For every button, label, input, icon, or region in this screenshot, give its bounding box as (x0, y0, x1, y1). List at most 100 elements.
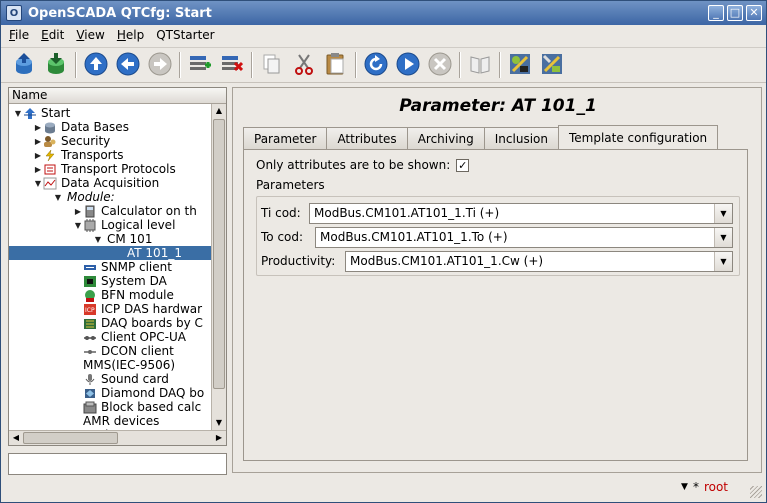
collapsed-arrow-icon[interactable]: ▶ (33, 151, 43, 160)
scroll-right-icon[interactable]: ▶ (212, 431, 226, 445)
start-button[interactable] (395, 52, 421, 78)
chevron-down-icon[interactable]: ▼ (714, 227, 732, 247)
tab-archiving[interactable]: Archiving (406, 127, 485, 149)
parameters-label: Parameters (256, 178, 325, 192)
collapsed-arrow-icon[interactable]: ▶ (33, 123, 43, 132)
manual-button[interactable] (467, 52, 493, 78)
tree-item[interactable]: DAQ boards by C (9, 316, 211, 330)
tab-inclusion[interactable]: Inclusion (483, 127, 559, 149)
tree-item[interactable]: MMS(IEC-9506) (9, 358, 211, 372)
status-menu-arrow-icon[interactable]: ▼ (681, 482, 688, 492)
add-item-button[interactable] (187, 52, 213, 78)
up-button[interactable] (83, 52, 109, 78)
tree-item-label: Data Bases (61, 120, 129, 134)
sound-icon (83, 373, 97, 386)
tree-horizontal-scrollbar[interactable]: ◀ ▶ (9, 430, 226, 445)
tree-item[interactable]: SNMP client (9, 260, 211, 274)
tree-item[interactable]: ▶ Transport Protocols (9, 162, 211, 176)
productivity-combo[interactable]: ModBus.CM101.AT101_1.Cw (+) ▼ (345, 250, 733, 272)
tree-vscroll-thumb[interactable] (213, 119, 225, 389)
menu-edit[interactable]: Edit (41, 28, 64, 42)
tree-vertical-scrollbar[interactable]: ▲ ▼ (211, 104, 226, 430)
paste-button[interactable] (323, 52, 349, 78)
tree-item[interactable]: ▼ Start (9, 106, 211, 120)
tree-item[interactable]: ▶ Data Bases (9, 120, 211, 134)
menu-bar: File Edit View Help QTStarter (1, 25, 766, 45)
tree-item[interactable]: AT 101_1 (9, 246, 211, 260)
chevron-down-icon[interactable]: ▼ (714, 251, 732, 271)
collapsed-arrow-icon[interactable]: ▶ (73, 207, 83, 216)
tab-template-configuration[interactable]: Template configuration (557, 125, 719, 150)
menu-file[interactable]: File (9, 28, 29, 42)
minimize-button[interactable]: _ (708, 5, 724, 21)
refresh-button[interactable] (363, 52, 389, 78)
object-tree[interactable]: Name ▼ Start ▶ Data Bases ▶ Security ▶ Transpor… (8, 87, 227, 446)
back-button[interactable] (115, 52, 141, 78)
tree-hscroll-thumb[interactable] (23, 432, 118, 444)
module-config-button[interactable] (539, 52, 565, 78)
cut-icon (293, 53, 315, 78)
collapsed-arrow-icon[interactable]: ▶ (33, 137, 43, 146)
expanded-arrow-icon[interactable]: ▼ (93, 235, 103, 244)
tab-attributes[interactable]: Attributes (326, 127, 408, 149)
delete-item-button[interactable] (219, 52, 245, 78)
only-attributes-checkbox[interactable]: ✓ (456, 158, 470, 172)
paste-icon (325, 52, 347, 79)
toolbar (1, 47, 766, 83)
tree-item[interactable]: Client OPC-UA (9, 330, 211, 344)
stop-button[interactable] (427, 52, 453, 78)
scroll-up-icon[interactable]: ▲ (212, 104, 226, 118)
menu-view[interactable]: View (76, 28, 104, 42)
tree-item[interactable]: ▼ CM 101 (9, 232, 211, 246)
tree-item[interactable]: ▶ Calculator on th (9, 204, 211, 218)
menu-mnemonic: H (116, 28, 126, 42)
status-bar: ▼ * root (681, 480, 728, 494)
close-button[interactable]: ✕ (746, 5, 762, 21)
parameter-panel: Parameter: AT 101_1 Parameter Attributes A… (232, 87, 762, 473)
tree-item[interactable]: DCON client (9, 344, 211, 358)
tree-item[interactable]: ▼ Data Acquisition (9, 176, 211, 190)
tree-item[interactable]: AMR devices (9, 414, 211, 428)
tree-header-name[interactable]: Name (9, 88, 226, 104)
collapsed-arrow-icon[interactable]: ▶ (33, 165, 43, 174)
tab-parameter[interactable]: Parameter (243, 127, 328, 149)
tree-item[interactable]: ▼ Logical level (9, 218, 211, 232)
tree-item[interactable]: ▼ Module: (9, 190, 211, 204)
tree-item[interactable]: Diamond DAQ bo (9, 386, 211, 400)
chevron-down-icon[interactable]: ▼ (714, 203, 732, 223)
tree-item-label: Logical level (101, 218, 176, 232)
scroll-down-icon[interactable]: ▼ (212, 416, 226, 430)
expanded-arrow-icon[interactable]: ▼ (13, 109, 23, 118)
tree-item[interactable]: ▶ Transports (9, 148, 211, 162)
maximize-button[interactable]: □ (727, 5, 743, 21)
db-save-button[interactable] (43, 52, 69, 78)
tree-item[interactable]: Block based calc (9, 400, 211, 414)
db-load-button[interactable] (11, 52, 37, 78)
expanded-arrow-icon[interactable]: ▼ (33, 179, 43, 188)
expanded-arrow-icon[interactable]: ▼ (53, 193, 63, 202)
menu-label-rest: elp (125, 28, 145, 42)
module-config-icon (540, 52, 564, 79)
current-user[interactable]: root (704, 480, 728, 494)
field-to-cod: To cod: ModBus.CM101.AT101_1.To (+) ▼ (261, 226, 733, 248)
tree-item[interactable]: ▶ Security (9, 134, 211, 148)
resize-grip-icon[interactable] (750, 486, 762, 498)
tree-item[interactable]: Sound card (9, 372, 211, 386)
tree-item[interactable]: ICP ICP DAS hardwar (9, 302, 211, 316)
menu-help[interactable]: Help (117, 28, 144, 42)
scroll-left-icon[interactable]: ◀ (9, 431, 23, 445)
copy-icon (262, 53, 282, 78)
module-info-button[interactable] (507, 52, 533, 78)
to-cod-combo[interactable]: ModBus.CM101.AT101_1.To (+) ▼ (315, 226, 733, 248)
expanded-arrow-icon[interactable]: ▼ (73, 221, 83, 230)
info-field[interactable] (8, 453, 227, 475)
tree-item[interactable]: BFN module (9, 288, 211, 302)
ti-cod-combo[interactable]: ModBus.CM101.AT101_1.Ti (+) ▼ (309, 202, 733, 224)
title-bar[interactable]: O OpenSCADA QTCfg: Start _ □ ✕ (1, 1, 766, 25)
menu-qtstarter[interactable]: QTStarter (156, 28, 214, 42)
tree-body[interactable]: ▼ Start ▶ Data Bases ▶ Security ▶ Transports ▶ Tr… (9, 104, 226, 430)
forward-button[interactable] (147, 52, 173, 78)
cut-button[interactable] (291, 52, 317, 78)
tree-item[interactable]: System DA (9, 274, 211, 288)
copy-button[interactable] (259, 52, 285, 78)
